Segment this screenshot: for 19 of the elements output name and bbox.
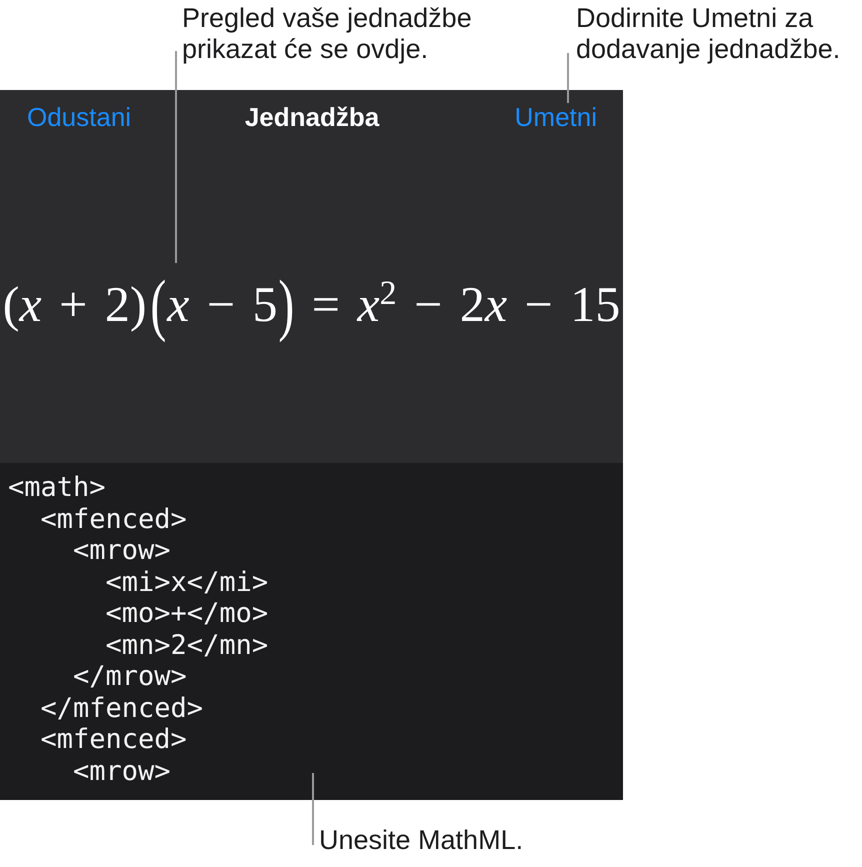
code-line: </mrow> <box>72 661 187 692</box>
cancel-button[interactable]: Odustani <box>27 102 132 132</box>
code-line: </mfenced> <box>40 692 204 724</box>
callout-text: Pregled vaše jednadžbe prikazat će se ovdje. <box>182 3 473 66</box>
callout-text: Dodirnite Umetni za dodavanje jednadžbe. <box>576 3 842 66</box>
insert-button[interactable]: Umetni <box>514 102 597 132</box>
code-line: <mrow> <box>72 535 171 566</box>
leader-line <box>567 53 569 103</box>
code-line: <mo>+</mo> <box>104 598 268 630</box>
code-line: <mfenced> <box>40 724 187 756</box>
code-line: <mrow> <box>72 756 171 787</box>
code-line: <math> <box>8 472 106 504</box>
callout-text: Unesite MathML. <box>319 825 524 857</box>
mathml-input-field[interactable]: <math> <mfenced> <mrow> <mi>x</mi> <mo>+</mo> <mn>2</mn> </mrow> </mfenced> <mfenced> <mrow> <box>0 463 623 800</box>
leader-line <box>312 773 314 845</box>
code-line: <mn>2</mn> <box>104 630 268 661</box>
dialog-title: Jednadžba <box>244 102 380 132</box>
code-line: <mfenced> <box>40 504 187 535</box>
code-line: <mi>x</mi> <box>104 566 268 598</box>
